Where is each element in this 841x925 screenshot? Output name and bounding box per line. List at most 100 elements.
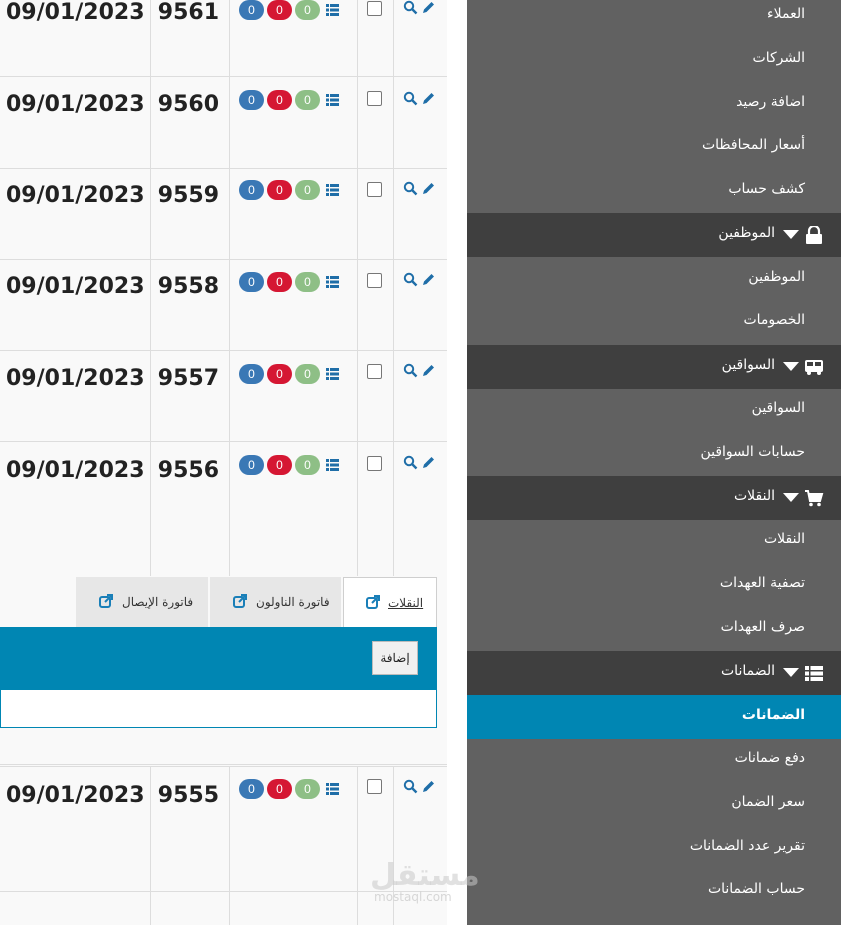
count-badge-red[interactable]: 0: [267, 779, 292, 799]
pencil-icon[interactable]: [421, 0, 436, 15]
count-badge-red[interactable]: 0: [267, 272, 292, 292]
sidebar-item-label: النقلات: [764, 531, 805, 547]
sidebar-item-label: الخصومات: [743, 312, 805, 328]
row-checkbox[interactable]: [367, 456, 382, 471]
sidebar-item-label: العملاء: [767, 6, 805, 22]
sidebar-group-drivers[interactable]: السواقين: [467, 345, 841, 389]
sidebar-item-driver-accounts[interactable]: حسابات السواقين: [467, 432, 841, 476]
chevron-down-icon: [783, 668, 799, 677]
sidebar-item-label: دفع ضمانات: [734, 750, 805, 766]
list-icon[interactable]: [326, 94, 339, 106]
row-checkbox[interactable]: [367, 91, 382, 106]
tab-label: فاتورة الإيصال: [122, 595, 194, 609]
row-checkbox[interactable]: [367, 779, 382, 794]
sidebar-item-drivers[interactable]: السواقين: [467, 388, 841, 432]
count-badge-blue[interactable]: 0: [239, 180, 264, 200]
search-icon[interactable]: [403, 0, 418, 15]
count-badge-green[interactable]: 0: [295, 0, 320, 20]
sidebar-item-label: كشف حساب: [728, 181, 805, 197]
lock-icon: [806, 226, 822, 244]
sidebar-item-add-balance[interactable]: اضافة رصيد: [467, 82, 841, 126]
sidebar-item-transfers[interactable]: النقلات: [467, 519, 841, 563]
count-badge-green[interactable]: 0: [295, 364, 320, 384]
row-checkbox[interactable]: [367, 182, 382, 197]
sidebar-item-companies[interactable]: الشركات: [467, 38, 841, 82]
sidebar-item-label: الشركات: [752, 50, 805, 66]
search-icon[interactable]: [403, 779, 418, 794]
count-badge-green[interactable]: 0: [295, 180, 320, 200]
row-number: 9558: [157, 274, 219, 299]
tab-freight-invoice[interactable]: فاتورة الناولون: [210, 577, 341, 627]
list-icon[interactable]: [326, 276, 339, 288]
count-badge-red[interactable]: 0: [267, 180, 292, 200]
transfers-table: 09/01/2023 9561 0 0 0 09/01/2023 9560 0 …: [0, 0, 447, 925]
sidebar-item-disburse-custody[interactable]: صرف العهدات: [467, 607, 841, 651]
sidebar-item-pay-guarantees[interactable]: دفع ضمانات: [467, 738, 841, 782]
count-badge-red[interactable]: 0: [267, 0, 292, 20]
row-checkbox[interactable]: [367, 364, 382, 379]
list-icon[interactable]: [326, 368, 339, 380]
count-badge-green[interactable]: 0: [295, 272, 320, 292]
sidebar-item-label: اضافة رصيد: [736, 94, 805, 110]
sidebar-item-guarantee-price[interactable]: سعر الضمان: [467, 782, 841, 826]
pencil-icon[interactable]: [421, 272, 436, 287]
sidebar-group-guarantees[interactable]: الضمانات: [467, 651, 841, 695]
sidebar-item-label: السواقين: [751, 400, 805, 416]
external-link-icon: [366, 595, 380, 609]
tab-transfers[interactable]: النقلات: [343, 577, 437, 627]
sidebar-group-employees[interactable]: الموظفين: [467, 213, 841, 257]
sidebar-item-guarantees-account[interactable]: حساب الضمانات: [467, 869, 841, 913]
tab-content-panel: إضافة: [0, 627, 437, 728]
row-date: 09/01/2023: [6, 458, 145, 483]
search-icon[interactable]: [403, 272, 418, 287]
search-icon[interactable]: [403, 363, 418, 378]
count-badge-blue[interactable]: 0: [239, 90, 264, 110]
list-icon[interactable]: [326, 184, 339, 196]
divider: [0, 764, 447, 765]
row-number: 9555: [157, 783, 219, 808]
bus-icon: [805, 360, 823, 375]
count-badge-blue[interactable]: 0: [239, 0, 264, 20]
row-checkbox[interactable]: [367, 273, 382, 288]
chevron-down-icon: [783, 493, 799, 502]
row-date: 09/01/2023: [6, 92, 145, 117]
count-badge-blue[interactable]: 0: [239, 779, 264, 799]
count-badge-blue[interactable]: 0: [239, 272, 264, 292]
watermark-url: mostaql.com: [374, 890, 452, 904]
pencil-icon[interactable]: [421, 779, 436, 794]
search-icon[interactable]: [403, 91, 418, 106]
count-badge-red[interactable]: 0: [267, 90, 292, 110]
sidebar-group-transfers[interactable]: النقلات: [467, 476, 841, 520]
pencil-icon[interactable]: [421, 455, 436, 470]
sidebar-item-account-statement[interactable]: كشف حساب: [467, 169, 841, 213]
pencil-icon[interactable]: [421, 91, 436, 106]
list-icon[interactable]: [326, 4, 339, 16]
search-icon[interactable]: [403, 455, 418, 470]
add-button[interactable]: إضافة: [372, 641, 418, 675]
row-checkbox[interactable]: [367, 1, 382, 16]
count-badge-red[interactable]: 0: [267, 364, 292, 384]
table-row: 09/01/2023 9561 0 0 0: [0, 0, 447, 76]
sidebar-item-settle-custody[interactable]: تصفية العهدات: [467, 563, 841, 607]
count-badge-green[interactable]: 0: [295, 779, 320, 799]
sidebar-item-governorate-prices[interactable]: أسعار المحافظات: [467, 125, 841, 169]
chevron-down-icon: [783, 362, 799, 371]
count-badge-green[interactable]: 0: [295, 455, 320, 475]
sidebar-item-employees[interactable]: الموظفين: [467, 257, 841, 301]
row-date: 09/01/2023: [6, 0, 145, 25]
pencil-icon[interactable]: [421, 181, 436, 196]
sidebar-item-customers[interactable]: العملاء: [467, 0, 841, 38]
sidebar-item-deductions[interactable]: الخصومات: [467, 300, 841, 344]
count-badge-green[interactable]: 0: [295, 90, 320, 110]
list-icon[interactable]: [326, 459, 339, 471]
tab-receipt-invoice[interactable]: فاتورة الإيصال: [76, 577, 208, 627]
count-badge-blue[interactable]: 0: [239, 455, 264, 475]
count-badge-red[interactable]: 0: [267, 455, 292, 475]
pencil-icon[interactable]: [421, 363, 436, 378]
row-date: 09/01/2023: [6, 183, 145, 208]
search-icon[interactable]: [403, 181, 418, 196]
sidebar-item-guarantees-active[interactable]: الضمانات: [467, 695, 841, 739]
list-icon[interactable]: [326, 783, 339, 795]
sidebar-item-guarantees-count-report[interactable]: تقرير عدد الضمانات: [467, 826, 841, 870]
count-badge-blue[interactable]: 0: [239, 364, 264, 384]
